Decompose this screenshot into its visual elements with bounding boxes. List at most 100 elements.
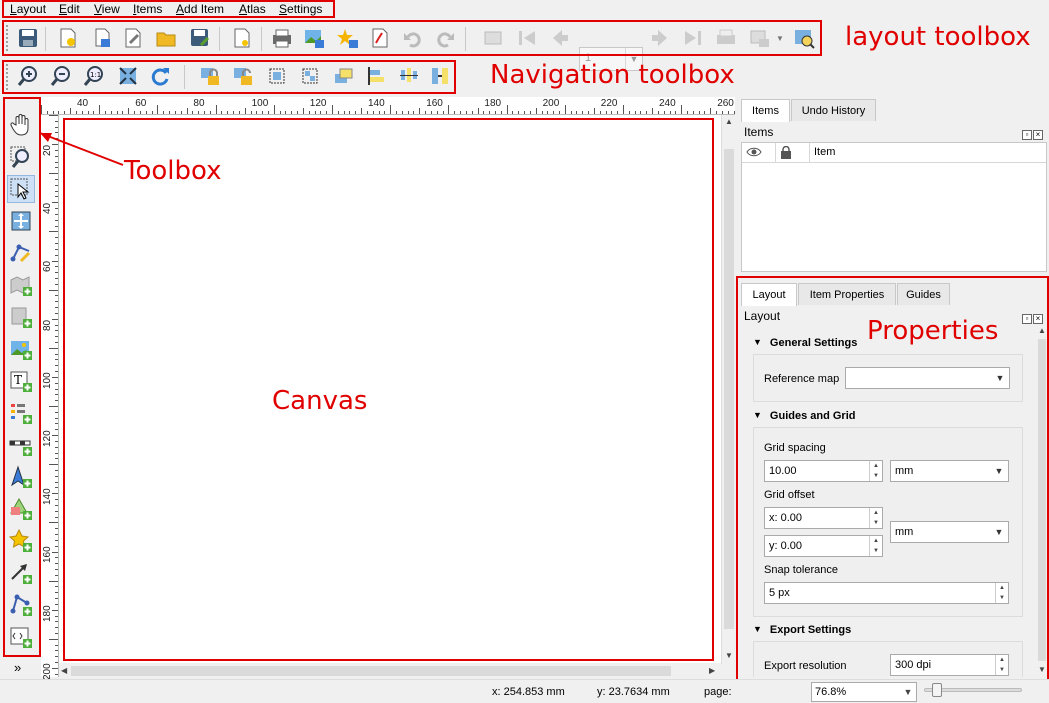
first-feature-icon[interactable] xyxy=(515,26,539,50)
grid-offset-y-input[interactable]: y: 0.00 ▲ ▼ xyxy=(764,535,883,557)
menu-edit[interactable]: Edit xyxy=(59,2,80,16)
toolbar-grip[interactable] xyxy=(6,64,9,90)
add-3d-map-icon[interactable] xyxy=(7,303,35,331)
menu-add-item[interactable]: Add Item xyxy=(176,2,224,16)
grid-spacing-unit-combo[interactable]: mm ▼ xyxy=(890,460,1009,482)
scroll-up-icon[interactable]: ▲ xyxy=(1038,326,1046,335)
group-icon[interactable] xyxy=(265,64,289,88)
layout-page[interactable] xyxy=(66,121,711,658)
zoom-tool-icon[interactable] xyxy=(7,143,35,171)
zoom-slider[interactable] xyxy=(924,683,1022,697)
grid-offset-x-input[interactable]: x: 0.00 ▲ ▼ xyxy=(764,507,883,529)
tab-layout[interactable]: Layout xyxy=(741,283,797,306)
export-pdf-icon[interactable] xyxy=(368,26,392,50)
export-atlas-icon[interactable] xyxy=(748,26,772,50)
menu-settings[interactable]: Settings xyxy=(279,2,322,16)
redo-icon[interactable] xyxy=(433,26,457,50)
close-icon[interactable]: × xyxy=(1033,130,1043,140)
scroll-right-icon[interactable]: ▶ xyxy=(709,666,715,675)
page-setup-icon[interactable] xyxy=(230,26,254,50)
close-icon[interactable]: × xyxy=(1033,314,1043,324)
add-north-arrow-icon[interactable] xyxy=(7,463,35,491)
add-arrow-icon[interactable] xyxy=(7,559,35,587)
tab-item-properties[interactable]: Item Properties xyxy=(798,283,896,305)
print-icon[interactable] xyxy=(270,26,294,50)
guides-grid-heading[interactable]: Guides and Grid xyxy=(753,410,856,422)
export-settings-heading[interactable]: Export Settings xyxy=(753,624,851,636)
zoom-100-icon[interactable]: 1:1 xyxy=(82,64,106,88)
scroll-down-icon[interactable]: ▼ xyxy=(725,651,733,660)
atlas-settings-icon[interactable] xyxy=(792,26,816,50)
lock-items-icon[interactable] xyxy=(198,64,222,88)
more-tools-icon[interactable]: » xyxy=(14,660,21,675)
tab-guides[interactable]: Guides xyxy=(897,283,950,305)
add-legend-icon[interactable] xyxy=(7,399,35,427)
chevron-down-icon[interactable]: ▼ xyxy=(990,522,1008,542)
pan-icon[interactable] xyxy=(7,111,35,139)
tab-undo-history[interactable]: Undo History xyxy=(791,99,876,121)
save-template-icon[interactable] xyxy=(188,26,212,50)
lock-icon[interactable] xyxy=(776,143,810,163)
grid-offset-unit-combo[interactable]: mm ▼ xyxy=(890,521,1009,543)
reference-map-combo[interactable]: ▼ xyxy=(845,367,1010,389)
scrollbar-thumb[interactable] xyxy=(724,149,734,629)
add-picture-icon[interactable] xyxy=(7,335,35,363)
export-image-icon[interactable] xyxy=(302,26,326,50)
toolbar-grip[interactable] xyxy=(6,25,9,51)
spin-arrows-icon[interactable]: ▲ ▼ xyxy=(869,461,882,481)
export-svg-icon[interactable] xyxy=(336,26,360,50)
menu-layout[interactable]: Layout xyxy=(10,2,46,16)
distribute-icon[interactable] xyxy=(397,64,421,88)
visibility-icon[interactable] xyxy=(742,143,776,163)
scrollbar-thumb[interactable] xyxy=(1038,339,1046,661)
scroll-down-icon[interactable]: ▼ xyxy=(1038,665,1046,674)
unlock-items-icon[interactable] xyxy=(231,64,255,88)
menu-items[interactable]: Items xyxy=(133,2,162,16)
previous-feature-icon[interactable] xyxy=(548,26,572,50)
snap-tolerance-input[interactable]: 5 px ▲ ▼ xyxy=(764,582,1009,604)
chevron-down-icon[interactable]: ▼ xyxy=(776,34,784,43)
spin-arrows-icon[interactable]: ▲ ▼ xyxy=(869,536,882,556)
add-shape-icon[interactable] xyxy=(7,495,35,523)
zoom-slider-handle[interactable] xyxy=(932,683,943,697)
resize-icon[interactable] xyxy=(428,64,452,88)
atlas-preview-icon[interactable] xyxy=(481,26,505,50)
open-template-icon[interactable] xyxy=(154,26,178,50)
new-layout-icon[interactable] xyxy=(56,26,80,50)
properties-scrollbar[interactable]: ▲ ▼ xyxy=(1036,325,1048,677)
chevron-down-icon[interactable]: ▼ xyxy=(900,683,916,701)
add-html-icon[interactable] xyxy=(7,623,35,651)
item-column-header[interactable]: Item xyxy=(810,143,1046,163)
zoom-out-icon[interactable] xyxy=(49,64,73,88)
export-resolution-input[interactable]: 300 dpi ▲ ▼ xyxy=(890,654,1009,676)
move-content-icon[interactable] xyxy=(7,207,35,235)
menu-view[interactable]: View xyxy=(94,2,120,16)
items-tree[interactable]: Item xyxy=(741,142,1047,272)
general-settings-heading[interactable]: General Settings xyxy=(753,337,857,349)
tab-items[interactable]: Items xyxy=(741,99,790,122)
zoom-full-icon[interactable] xyxy=(116,64,140,88)
zoom-combo[interactable]: 76.8% ▼ xyxy=(811,682,917,702)
layout-manager-icon[interactable] xyxy=(121,26,145,50)
spin-arrows-icon[interactable]: ▲ ▼ xyxy=(869,508,882,528)
add-map-icon[interactable] xyxy=(7,271,35,299)
align-icon[interactable] xyxy=(364,64,388,88)
canvas-horizontal-scrollbar[interactable]: ◀ ▶ xyxy=(59,664,721,678)
menu-atlas[interactable]: Atlas xyxy=(239,2,266,16)
add-scalebar-icon[interactable] xyxy=(7,431,35,459)
float-icon[interactable]: ▫ xyxy=(1022,314,1032,324)
save-icon[interactable] xyxy=(16,26,40,50)
scroll-up-icon[interactable]: ▲ xyxy=(725,117,733,126)
refresh-icon[interactable] xyxy=(148,64,172,88)
scroll-left-icon[interactable]: ◀ xyxy=(61,666,67,675)
add-label-icon[interactable]: T xyxy=(7,367,35,395)
raise-icon[interactable] xyxy=(331,64,355,88)
last-feature-icon[interactable] xyxy=(681,26,705,50)
chevron-down-icon[interactable]: ▼ xyxy=(991,368,1009,388)
ungroup-icon[interactable] xyxy=(298,64,322,88)
edit-nodes-icon[interactable] xyxy=(7,239,35,267)
print-atlas-icon[interactable] xyxy=(714,26,738,50)
float-icon[interactable]: ▫ xyxy=(1022,130,1032,140)
select-icon[interactable] xyxy=(7,175,35,203)
spin-arrows-icon[interactable]: ▲ ▼ xyxy=(995,655,1008,675)
